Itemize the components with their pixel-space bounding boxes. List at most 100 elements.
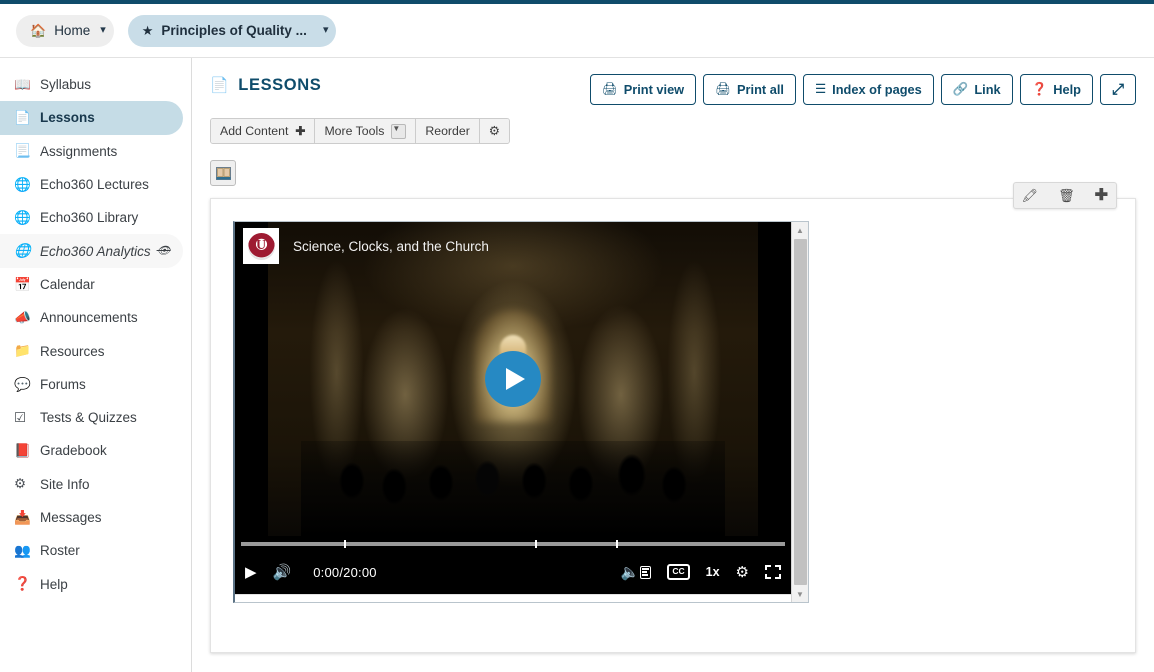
printer-icon: 🖨 bbox=[715, 82, 732, 97]
page-title-text: LESSONS bbox=[238, 76, 322, 94]
page-shell: 📖 Syllabus 📄 Lessons 📃 Assignments 🌐 Echo360 Le… bbox=[0, 58, 1154, 672]
sidebar-item-label: Messages bbox=[40, 510, 102, 525]
playback-speed-button[interactable]: 1x bbox=[706, 565, 720, 579]
plus-icon[interactable]: ✚ bbox=[1095, 187, 1108, 204]
chat-icon: 💬 bbox=[14, 376, 31, 392]
sidebar-item-assignments[interactable]: 📃 Assignments bbox=[0, 135, 183, 168]
sidebar-item-echo360-analytics[interactable]: 🌐 Echo360 Analytics 👁 bbox=[0, 234, 183, 268]
calendar-icon: 📅 bbox=[14, 276, 31, 292]
logo-crest: U bbox=[247, 232, 275, 260]
sidebar-item-announcements[interactable]: 📣 Announcements bbox=[0, 301, 183, 334]
progress-bar[interactable] bbox=[241, 540, 785, 548]
button-label: Print view bbox=[623, 82, 685, 97]
sidebar-item-site-info[interactable]: ⚙ Site Info bbox=[0, 468, 183, 501]
globe-icon: 🌐 bbox=[14, 176, 31, 192]
video-header: U Science, Clocks, and the Church bbox=[235, 222, 791, 270]
sidebar-item-syllabus[interactable]: 📖 Syllabus bbox=[0, 68, 183, 101]
printer-icon: 🖨 bbox=[601, 82, 618, 97]
chapter-marker[interactable] bbox=[344, 540, 347, 548]
embedded-player-frame: U Science, Clocks, and the Church ▶ 🔊 0:… bbox=[233, 221, 809, 603]
reorder-label: Reorder bbox=[425, 124, 470, 138]
sidebar-item-tests-quizzes[interactable]: ☑ Tests & Quizzes bbox=[0, 401, 183, 434]
button-label: Index of pages bbox=[832, 82, 922, 97]
index-of-pages-button[interactable]: ☰ Index of pages bbox=[802, 74, 934, 105]
layout-columns-button[interactable] bbox=[210, 160, 236, 186]
page-title: 📄 LESSONS bbox=[210, 76, 321, 95]
print-all-button[interactable]: 🖨 Print all bbox=[703, 74, 796, 105]
sidebar-item-resources[interactable]: 📁 Resources bbox=[0, 334, 183, 367]
scroll-down-arrow[interactable]: ▼ bbox=[792, 586, 808, 602]
closed-captions-icon[interactable]: CC bbox=[667, 564, 690, 580]
video-thumbnail[interactable]: U Science, Clocks, and the Church bbox=[235, 222, 791, 536]
audio-description-icon[interactable]: 🔈 bbox=[621, 563, 652, 581]
play-icon[interactable]: ▶ bbox=[245, 563, 257, 581]
home-icon: 🏠 bbox=[30, 23, 47, 38]
sidebar-item-label: Roster bbox=[40, 543, 80, 559]
add-content-label: Add Content bbox=[220, 124, 289, 138]
more-tools-label: More Tools bbox=[324, 124, 385, 138]
sidebar-item-help[interactable]: ❓ Help bbox=[0, 567, 183, 600]
eye-slash-icon: 👁 bbox=[156, 244, 171, 257]
sidebar-item-label: Tests & Quizzes bbox=[40, 410, 137, 426]
link-icon: 🔗 bbox=[952, 82, 969, 97]
scrollbar-thumb[interactable] bbox=[793, 239, 807, 585]
time-display: 0:00/20:00 bbox=[313, 564, 377, 580]
sidebar-item-label: Lessons bbox=[40, 110, 95, 126]
sidebar-item-gradebook[interactable]: 📕 Gradebook bbox=[0, 434, 183, 467]
scroll-up-arrow[interactable]: ▲ bbox=[792, 222, 808, 238]
folder-icon: 📁 bbox=[14, 343, 31, 359]
player-body: U Science, Clocks, and the Church ▶ 🔊 0:… bbox=[235, 222, 791, 602]
sidebar-item-label: Echo360 Library bbox=[40, 210, 139, 226]
fullscreen-icon[interactable] bbox=[765, 565, 781, 579]
globe-icon: 🌐 bbox=[14, 210, 31, 226]
chapter-marker[interactable] bbox=[616, 540, 619, 548]
people-icon: 👥 bbox=[14, 543, 31, 559]
add-content-button[interactable]: Add Content ✚ bbox=[211, 119, 316, 143]
sidebar-item-messages[interactable]: 📥 Messages bbox=[0, 501, 183, 534]
book-icon: 📖 bbox=[14, 76, 31, 92]
player-controls: ▶ 🔊 0:00/20:00 🔈 CC 1x ⚙ bbox=[235, 550, 791, 594]
document-icon: 📄 bbox=[14, 110, 31, 126]
expand-arrows-icon: ⤢ bbox=[1111, 81, 1124, 98]
print-view-button[interactable]: 🖨 Print view bbox=[589, 74, 697, 105]
chapter-marker[interactable] bbox=[534, 540, 537, 548]
play-overlay-button[interactable] bbox=[485, 351, 541, 407]
star-icon[interactable]: ★ bbox=[142, 24, 154, 37]
university-logo: U bbox=[243, 228, 279, 264]
edit-icon[interactable]: 🖍 bbox=[1022, 189, 1039, 202]
play-icon bbox=[506, 368, 525, 390]
help-button[interactable]: ❓ Help bbox=[1019, 74, 1093, 105]
trash-icon[interactable]: 🗑 bbox=[1058, 189, 1075, 202]
lesson-content-card: U Science, Clocks, and the Church ▶ 🔊 0:… bbox=[210, 198, 1136, 653]
toolbar-settings-button[interactable]: ⚙ bbox=[479, 119, 509, 143]
sidebar-item-forums[interactable]: 💬 Forums bbox=[0, 368, 183, 401]
sidebar-item-echo360-library[interactable]: 🌐 Echo360 Library bbox=[0, 201, 183, 234]
player-footer: Discussion 0 📊 ☁ ↗ Expand bbox=[235, 594, 791, 602]
player-scrollbar[interactable]: ▲ ▼ bbox=[791, 222, 808, 602]
nav-site-pill[interactable]: ★ Principles of Quality ... ▾ bbox=[127, 14, 337, 47]
reorder-button[interactable]: Reorder bbox=[416, 119, 480, 143]
sidebar-item-roster[interactable]: 👥 Roster bbox=[0, 534, 183, 567]
columns-icon bbox=[215, 166, 231, 180]
button-label: Link bbox=[974, 82, 1001, 97]
more-tools-button[interactable]: More Tools ▼ bbox=[315, 119, 417, 143]
chevron-down-icon[interactable]: ▾ bbox=[323, 25, 329, 36]
sidebar-item-label: Syllabus bbox=[40, 77, 92, 93]
sidebar-item-lessons[interactable]: 📄 Lessons bbox=[0, 101, 183, 135]
chevron-down-icon[interactable]: ▾ bbox=[100, 25, 106, 36]
gear-icon[interactable]: ⚙ bbox=[736, 563, 749, 581]
question-icon: ❓ bbox=[14, 576, 31, 592]
nav-site-label: Principles of Quality ... bbox=[161, 23, 307, 38]
sidebar-item-calendar[interactable]: 📅 Calendar bbox=[0, 268, 183, 301]
fullscreen-toggle-button[interactable]: ⤢ bbox=[1099, 74, 1136, 105]
megaphone-icon: 📣 bbox=[14, 309, 31, 325]
top-navigation-bar: 🏠 Home ▾ ★ Principles of Quality ... ▾ bbox=[0, 4, 1154, 58]
list-icon: ☰ bbox=[814, 82, 827, 97]
question-icon: ❓ bbox=[1031, 82, 1048, 97]
nav-home-pill[interactable]: 🏠 Home ▾ bbox=[16, 14, 114, 47]
file-icon: 📃 bbox=[14, 143, 31, 159]
volume-icon[interactable]: 🔊 bbox=[273, 563, 292, 581]
page-header: 📄 LESSONS 🖨 Print view 🖨 Print all ☰ Index of… bbox=[210, 74, 1136, 105]
link-button[interactable]: 🔗 Link bbox=[940, 74, 1013, 105]
sidebar-item-echo360-lectures[interactable]: 🌐 Echo360 Lectures bbox=[0, 168, 183, 201]
